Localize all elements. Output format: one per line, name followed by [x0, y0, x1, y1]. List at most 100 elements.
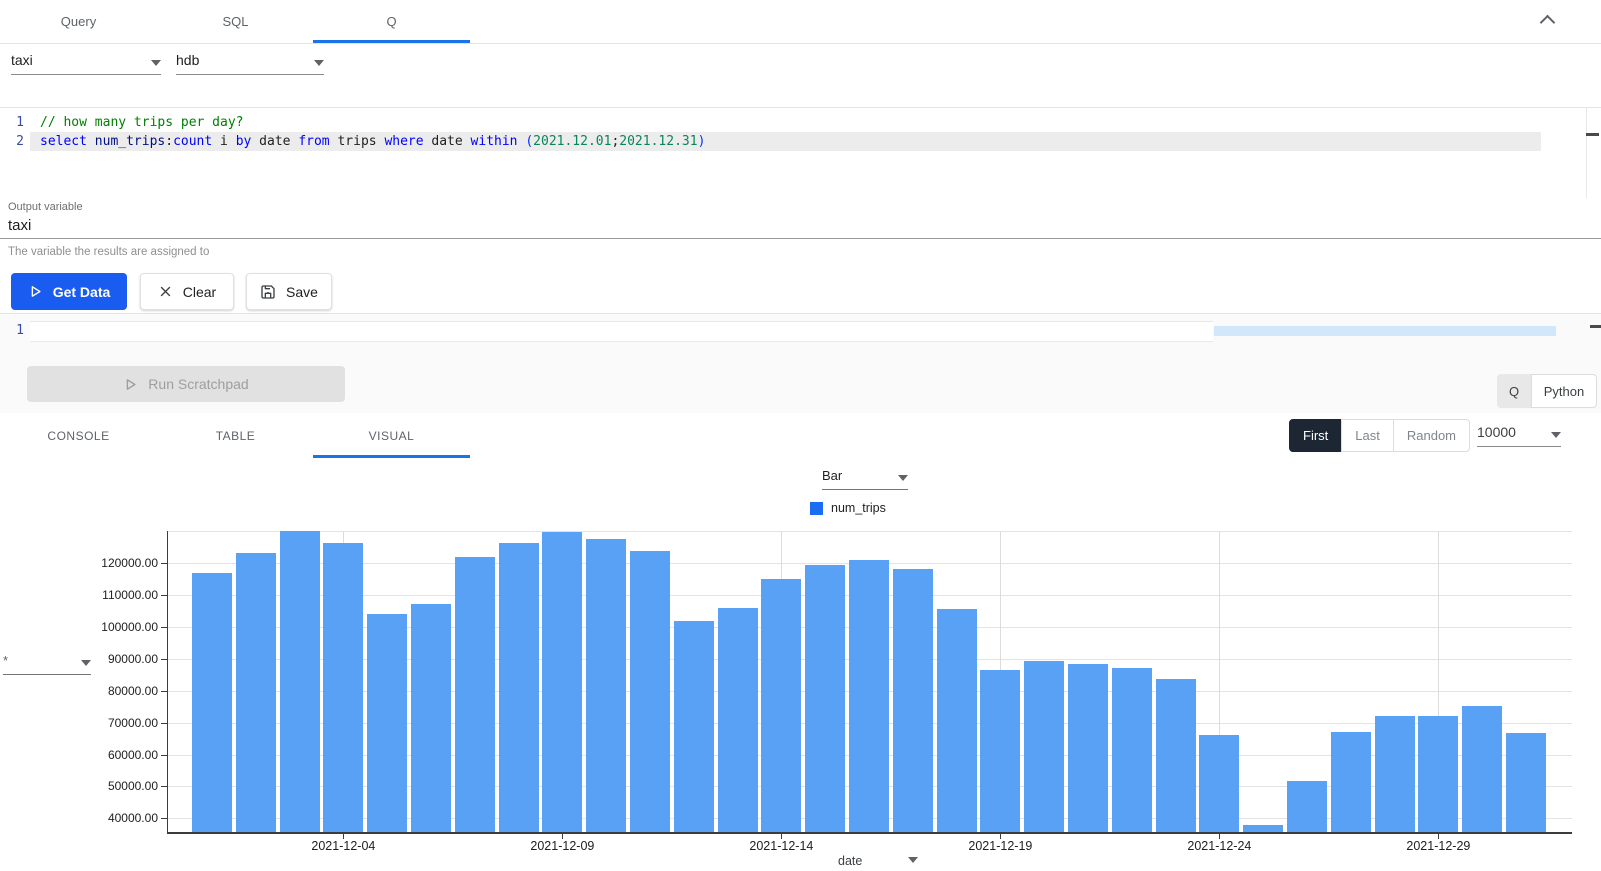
code-line[interactable]: 2 select num_trips:count i by date from t… — [0, 132, 1586, 151]
output-variable-label: Output variable — [8, 201, 83, 213]
chart-bar[interactable] — [499, 543, 539, 832]
chart-bar[interactable] — [1418, 716, 1458, 832]
chevron-down-icon[interactable] — [908, 857, 918, 863]
y-tick-label: 100000.00 — [40, 620, 158, 634]
output-table-select[interactable]: taxi — [11, 52, 161, 75]
x-tick-label: 2021-12-09 — [512, 839, 612, 853]
sample-first-button[interactable]: First — [1289, 419, 1342, 452]
chart-bar[interactable] — [1243, 825, 1283, 832]
collapse-panel-button[interactable] — [1537, 12, 1557, 32]
chevron-down-icon[interactable] — [314, 60, 324, 66]
clear-label: Clear — [183, 284, 216, 300]
close-icon — [158, 284, 173, 299]
tab-console[interactable]: CONSOLE — [0, 413, 157, 458]
chart-type-value: Bar — [822, 468, 842, 483]
y-axis-line — [167, 531, 169, 832]
line-number: 1 — [0, 113, 24, 132]
chart-bar[interactable] — [893, 569, 933, 832]
output-variable-helper: The variable the results are assigned to — [8, 246, 209, 258]
tab-table[interactable]: TABLE — [157, 413, 314, 458]
play-icon — [123, 377, 138, 392]
chart-bar[interactable] — [1156, 679, 1196, 832]
chart-bar[interactable] — [280, 531, 320, 832]
x-tick-label: 2021-12-19 — [950, 839, 1050, 853]
chart-bar[interactable] — [1068, 664, 1108, 832]
y-tick-label: 90000.00 — [40, 652, 158, 666]
sample-last-button[interactable]: Last — [1341, 419, 1394, 452]
row-limit-select[interactable]: 10000 — [1477, 424, 1561, 447]
clear-button[interactable]: Clear — [140, 273, 234, 310]
row-limit-value: 10000 — [1477, 424, 1516, 440]
sample-random-button[interactable]: Random — [1393, 419, 1470, 452]
active-tab-indicator — [313, 40, 470, 43]
toggle-q[interactable]: Q — [1497, 374, 1531, 408]
chevron-down-icon[interactable] — [898, 475, 908, 481]
output-variable-input[interactable]: taxi — [8, 217, 31, 234]
scratchpad-scrollbar-marker[interactable] — [1590, 325, 1601, 328]
chart-bar[interactable] — [1375, 716, 1415, 832]
query-workbench: Query SQL Q taxi hdb 1 // how many trips … — [0, 0, 1601, 871]
tab-sql[interactable]: SQL — [157, 0, 314, 43]
tab-query[interactable]: Query — [0, 0, 157, 43]
chart-bar[interactable] — [411, 604, 451, 832]
y-tick-label: 50000.00 — [40, 779, 158, 793]
chart-bar[interactable] — [1462, 706, 1502, 832]
chart-bar[interactable] — [674, 621, 714, 832]
run-scratchpad-button[interactable]: Run Scratchpad — [27, 366, 345, 402]
chevron-down-icon[interactable] — [1551, 432, 1561, 438]
language-toggle: Q Python — [1497, 374, 1597, 408]
input-underline — [0, 238, 1601, 239]
chart-bar[interactable] — [367, 614, 407, 832]
chart-bar[interactable] — [937, 609, 977, 832]
editor-scrollbar[interactable] — [1586, 107, 1601, 198]
chart-bar[interactable] — [1112, 668, 1152, 832]
y-tick-label: 70000.00 — [40, 716, 158, 730]
line-number: 2 — [0, 132, 24, 151]
database-select[interactable]: hdb — [176, 52, 324, 75]
code-text: select num_trips:count i by date from tr… — [40, 132, 705, 151]
scratchpad-editor[interactable] — [30, 321, 1213, 342]
chart-bar[interactable] — [1331, 732, 1371, 832]
chart-bar[interactable] — [805, 565, 845, 832]
chart-bar[interactable] — [236, 553, 276, 832]
chart-bar[interactable] — [192, 573, 232, 832]
save-icon — [260, 284, 276, 300]
chevron-down-icon[interactable] — [151, 60, 161, 66]
x-axis-field-select[interactable]: date — [838, 854, 918, 868]
chart-bar[interactable] — [1506, 733, 1546, 832]
play-icon — [28, 284, 43, 299]
x-tick-label: 2021-12-29 — [1388, 839, 1488, 853]
tab-q[interactable]: Q — [313, 0, 470, 43]
chart-type-select[interactable]: Bar — [822, 468, 908, 490]
y-tick-label: 110000.00 — [40, 588, 158, 602]
chart-bar[interactable] — [980, 670, 1020, 832]
chart-legend[interactable]: num_trips — [810, 501, 886, 515]
code-line[interactable]: 1 // how many trips per day? — [0, 113, 1586, 132]
q-code-editor[interactable]: 1 // how many trips per day? 2 select num_t… — [0, 107, 1601, 199]
tab-visual[interactable]: VISUAL — [313, 413, 470, 458]
code-text: // how many trips per day? — [40, 113, 244, 132]
chart-bar[interactable] — [1287, 781, 1327, 832]
chart-bar[interactable] — [1199, 735, 1239, 832]
x-tick-label: 2021-12-14 — [731, 839, 831, 853]
get-data-button[interactable]: Get Data — [11, 273, 127, 310]
chart-bar[interactable] — [718, 608, 758, 832]
chart-bar[interactable] — [542, 532, 582, 832]
x-tick-label: 2021-12-24 — [1169, 839, 1269, 853]
save-button[interactable]: Save — [246, 273, 332, 310]
chart-bar[interactable] — [455, 557, 495, 832]
chart-bar[interactable] — [849, 560, 889, 832]
chart-bar[interactable] — [761, 579, 801, 832]
toggle-python[interactable]: Python — [1531, 374, 1597, 408]
sample-mode-group: First Last Random — [1289, 419, 1470, 452]
query-mode-tabbar: Query SQL Q — [0, 0, 1601, 44]
database-value: hdb — [176, 52, 199, 68]
x-axis-field-value: date — [838, 854, 862, 868]
chart-bar[interactable] — [323, 543, 363, 832]
y-tick-label: 80000.00 — [40, 684, 158, 698]
run-scratchpad-label: Run Scratchpad — [148, 376, 248, 392]
y-tick-label: 40000.00 — [40, 811, 158, 825]
chart-bar[interactable] — [1024, 661, 1064, 832]
chart-bar[interactable] — [630, 551, 670, 832]
chart-bar[interactable] — [586, 539, 626, 832]
